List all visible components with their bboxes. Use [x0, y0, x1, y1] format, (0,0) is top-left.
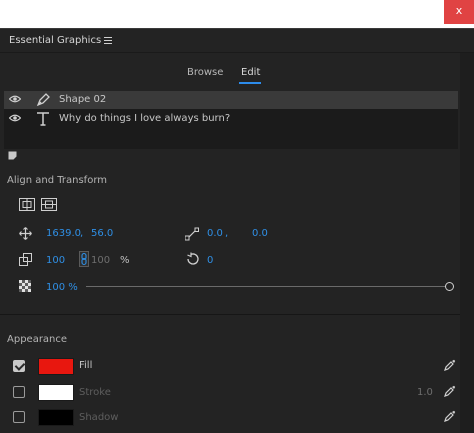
stroke-width-value[interactable]: 1.0 — [417, 387, 433, 398]
eyedropper-icon[interactable] — [444, 385, 456, 397]
visibility-eye-icon[interactable] — [9, 114, 21, 122]
shadow-checkbox[interactable] — [13, 411, 25, 423]
position-y-value[interactable]: 56.0 — [91, 228, 113, 239]
rotation-icon — [187, 252, 199, 265]
align-horizontal-center-icon[interactable] — [19, 198, 35, 211]
align-vertical-center-icon[interactable] — [41, 198, 57, 211]
link-chain-icon[interactable] — [79, 251, 89, 267]
pen-icon — [36, 93, 50, 107]
visibility-eye-icon[interactable] — [9, 95, 21, 103]
opacity-slider-track[interactable] — [86, 286, 449, 287]
active-tab-indicator — [239, 82, 261, 84]
position-move-icon — [19, 227, 32, 240]
tab-browse[interactable]: Browse — [187, 67, 223, 78]
layer-name: Shape 02 — [59, 94, 107, 105]
close-button[interactable]: x — [444, 0, 474, 24]
opacity-checker-icon — [19, 280, 31, 292]
scale-width-value[interactable]: 100 — [46, 255, 65, 266]
fill-color-swatch[interactable] — [38, 358, 74, 375]
shadow-color-swatch[interactable] — [38, 409, 74, 426]
fill-label: Fill — [79, 360, 93, 371]
anchor-x-value[interactable]: 0.0 — [207, 228, 223, 239]
layer-list: Shape 02 Why do things I love always bur… — [4, 91, 458, 149]
anchor-point-icon — [185, 227, 199, 241]
stroke-checkbox[interactable] — [13, 386, 25, 398]
align-transform-title: Align and Transform — [7, 175, 107, 186]
layer-row-text[interactable]: Why do things I love always burn? — [4, 110, 458, 128]
anchor-y-value[interactable]: 0.0 — [252, 228, 268, 239]
shadow-label: Shadow — [79, 412, 119, 423]
essential-graphics-panel: Essential Graphics Browse Edit Shape 02 — [0, 28, 474, 433]
panel-scrollbar[interactable] — [460, 53, 474, 433]
layer-row-shape[interactable]: Shape 02 — [4, 91, 458, 109]
position-separator: , — [80, 228, 84, 239]
panel-header: Essential Graphics — [0, 29, 474, 53]
tab-edit[interactable]: Edit — [241, 67, 260, 78]
stroke-color-swatch[interactable] — [38, 384, 74, 401]
anchor-separator: , — [225, 228, 229, 239]
section-divider — [0, 314, 460, 315]
rotation-value[interactable]: 0 — [207, 255, 213, 266]
panel-menu-icon[interactable] — [104, 37, 112, 44]
appearance-title: Appearance — [7, 334, 68, 345]
window-titlebar: x — [0, 0, 474, 28]
stroke-label: Stroke — [79, 387, 111, 398]
opacity-value[interactable]: 100 % — [46, 282, 78, 293]
scale-unit: % — [120, 255, 130, 266]
fill-checkbox[interactable] — [13, 360, 25, 372]
layer-name: Why do things I love always burn? — [59, 113, 231, 124]
eyedropper-icon[interactable] — [444, 359, 456, 371]
new-layer-icon[interactable] — [8, 151, 17, 160]
position-x-value[interactable]: 1639.0 — [46, 228, 81, 239]
scale-height-value: 100 — [91, 255, 111, 266]
eyedropper-icon[interactable] — [444, 410, 456, 422]
scale-icon — [19, 253, 32, 266]
panel-title: Essential Graphics — [9, 35, 102, 46]
text-T-icon — [37, 112, 49, 126]
opacity-slider-thumb[interactable] — [445, 282, 454, 291]
